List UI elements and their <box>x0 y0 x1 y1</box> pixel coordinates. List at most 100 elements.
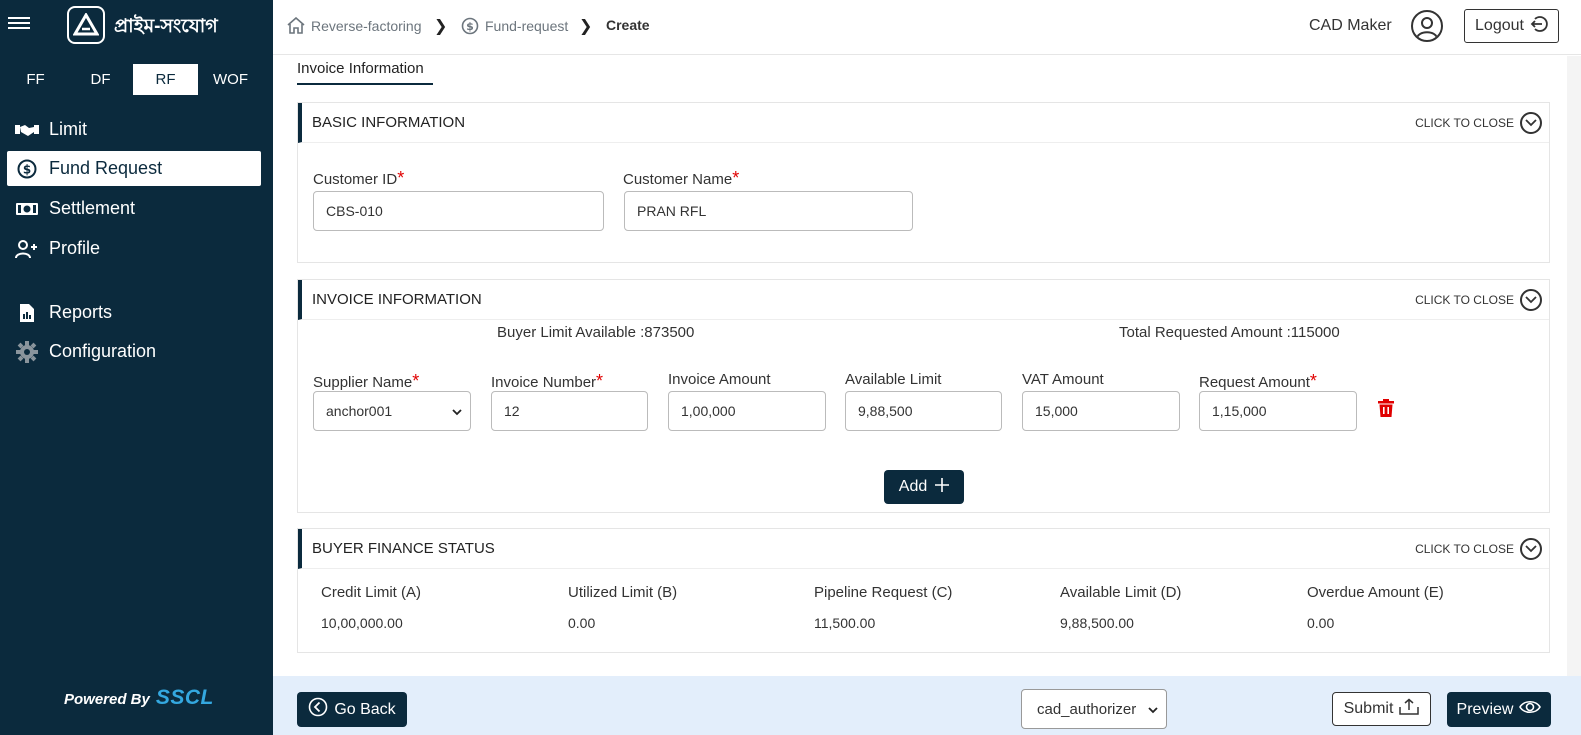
logo-icon <box>67 6 105 44</box>
vat-amount-label: VAT Amount <box>1022 371 1104 388</box>
nav-item-fund-request[interactable]: $ Fund Request <box>7 151 261 186</box>
customer-id-label: Customer ID* <box>313 168 404 189</box>
customer-name-field[interactable]: PRAN RFL <box>624 191 913 231</box>
request-amount-label: Request Amount* <box>1199 371 1317 392</box>
powered-by-text: Powered By <box>64 691 150 708</box>
supplier-name-label: Supplier Name* <box>313 371 419 392</box>
dollar-circle-icon: $ <box>461 17 479 35</box>
go-back-button[interactable]: Go Back <box>297 692 407 727</box>
user-plus-icon <box>15 238 39 260</box>
breadcrumb-label-3: Create <box>606 17 650 33</box>
nav-item-reports[interactable]: Reports <box>7 295 261 330</box>
home-icon <box>287 17 305 34</box>
product-tab-rf[interactable]: RF <box>133 64 198 95</box>
submit-button[interactable]: Submit <box>1332 692 1431 726</box>
buyer-limit-available: Buyer Limit Available :873500 <box>497 324 695 341</box>
banknote-icon <box>15 198 39 220</box>
breadcrumb-create: Create <box>606 17 650 33</box>
invoice-number-field[interactable]: 12 <box>491 391 648 431</box>
preview-button[interactable]: Preview <box>1447 692 1551 727</box>
app-root: প্রাইম-সংযোগ FF DF RF WOF Limit $ Fund R… <box>0 0 1581 735</box>
breadcrumb-label-2: Fund-request <box>485 18 569 34</box>
nav-label-profile: Profile <box>49 238 101 258</box>
arrow-left-circle-icon <box>308 697 328 722</box>
nav-label-fund-request: Fund Request <box>49 158 163 178</box>
invoice-number-label: Invoice Number* <box>491 371 603 392</box>
overdue-amount-value: 0.00 <box>1307 615 1335 631</box>
customer-id-label-text: Customer ID <box>313 171 398 188</box>
nav-item-profile[interactable]: Profile <box>7 231 261 266</box>
collapse-toggle[interactable]: CLICK TO CLOSE <box>1415 289 1542 311</box>
nav-label-settlement: Settlement <box>49 198 136 218</box>
add-invoice-button[interactable]: Add <box>884 470 964 504</box>
utilized-limit-label: Utilized Limit (B) <box>568 584 678 601</box>
breadcrumb-fund-request[interactable]: $ Fund-request <box>461 17 568 35</box>
card-title: INVOICE INFORMATION <box>312 291 482 308</box>
required-asterisk: * <box>1309 371 1317 391</box>
invoice-amount-field[interactable]: 1,00,000 <box>668 391 826 431</box>
nav-label-reports: Reports <box>49 302 113 322</box>
invoice-amount-label: Invoice Amount <box>668 371 771 388</box>
supplier-name-select[interactable]: anchor001 <box>313 391 471 431</box>
customer-name-label: Customer Name* <box>623 168 739 189</box>
add-label: Add <box>898 478 928 495</box>
collapse-toggle[interactable]: CLICK TO CLOSE <box>1415 112 1542 134</box>
card-header: BASIC INFORMATION CLICK TO CLOSE <box>298 103 1549 143</box>
vat-amount-field[interactable]: 15,000 <box>1022 391 1180 431</box>
role-select[interactable]: cad_authorizer <box>1021 689 1167 729</box>
plus-icon <box>935 477 950 497</box>
powered-by: Powered By SSCL <box>64 686 214 710</box>
logout-icon <box>1530 15 1548 38</box>
required-asterisk: * <box>397 168 405 188</box>
buyer-finance-status-card: BUYER FINANCE STATUS CLICK TO CLOSE Cred… <box>297 528 1550 653</box>
nav-item-limit[interactable]: Limit <box>7 112 261 147</box>
action-footer: Go Back cad_authorizer Submit Preview <box>273 676 1581 735</box>
chevron-down-icon <box>1520 112 1542 134</box>
invoice-information-card: INVOICE INFORMATION CLICK TO CLOSE Buyer… <box>297 279 1550 513</box>
available-limit-field[interactable]: 9,88,500 <box>845 391 1002 431</box>
collapse-label: CLICK TO CLOSE <box>1415 116 1514 130</box>
credit-limit-value: 10,00,000.00 <box>321 615 403 631</box>
utilized-limit-value: 0.00 <box>568 615 596 631</box>
required-asterisk: * <box>412 371 420 391</box>
nav-item-configuration[interactable]: Configuration <box>7 334 261 369</box>
collapse-toggle[interactable]: CLICK TO CLOSE <box>1415 538 1542 560</box>
card-title: BASIC INFORMATION <box>312 114 466 131</box>
basic-information-card: BASIC INFORMATION CLICK TO CLOSE Custome… <box>297 102 1550 263</box>
collapse-label: CLICK TO CLOSE <box>1415 293 1514 307</box>
breadcrumb-reverse-factoring[interactable]: Reverse-factoring <box>287 17 422 34</box>
required-asterisk: * <box>732 168 740 188</box>
submit-label: Submit <box>1343 700 1394 717</box>
customer-name-label-text: Customer Name <box>623 171 733 188</box>
request-amount-field[interactable]: 1,15,000 <box>1199 391 1357 431</box>
svg-text:$: $ <box>466 20 474 33</box>
customer-id-field[interactable]: CBS-010 <box>313 191 604 231</box>
available-limit-status-value: 9,88,500.00 <box>1060 615 1134 631</box>
required-asterisk: * <box>596 371 604 391</box>
card-header: INVOICE INFORMATION CLICK TO CLOSE <box>298 280 1549 320</box>
user-name: CAD Maker <box>1309 17 1392 34</box>
pipeline-request-value: 11,500.00 <box>814 615 876 631</box>
tab-invoice-information[interactable]: Invoice Information <box>297 60 433 85</box>
hamburger-menu-icon[interactable] <box>8 14 30 34</box>
product-tab-ff[interactable]: FF <box>3 64 68 95</box>
chevron-down-icon <box>1520 538 1542 560</box>
top-header: Reverse-factoring ❯ $ Fund-request ❯ Cre… <box>273 0 1581 55</box>
role-select-value: cad_authorizer <box>1037 700 1137 718</box>
preview-label: Preview <box>1456 700 1514 718</box>
product-tab-df[interactable]: DF <box>68 64 133 95</box>
handshake-icon <box>15 119 39 141</box>
dollar-circle-icon: $ <box>15 158 39 180</box>
eye-icon <box>1519 698 1542 721</box>
vertical-scrollbar[interactable] <box>1567 56 1581 676</box>
logo-text: প্রাইম-সংযোগ <box>114 16 218 37</box>
chevron-right-icon: ❯ <box>579 18 593 35</box>
delete-row-icon[interactable] <box>1378 399 1394 422</box>
nav-item-settlement[interactable]: Settlement <box>7 191 261 226</box>
product-tab-wof[interactable]: WOF <box>198 64 263 95</box>
logout-button[interactable]: Logout <box>1464 9 1559 43</box>
supplier-name-value: anchor001 <box>326 403 393 419</box>
user-avatar-icon[interactable] <box>1411 10 1443 42</box>
gear-icon <box>15 340 39 363</box>
sidebar: প্রাইম-সংযোগ FF DF RF WOF Limit $ Fund R… <box>0 0 273 735</box>
